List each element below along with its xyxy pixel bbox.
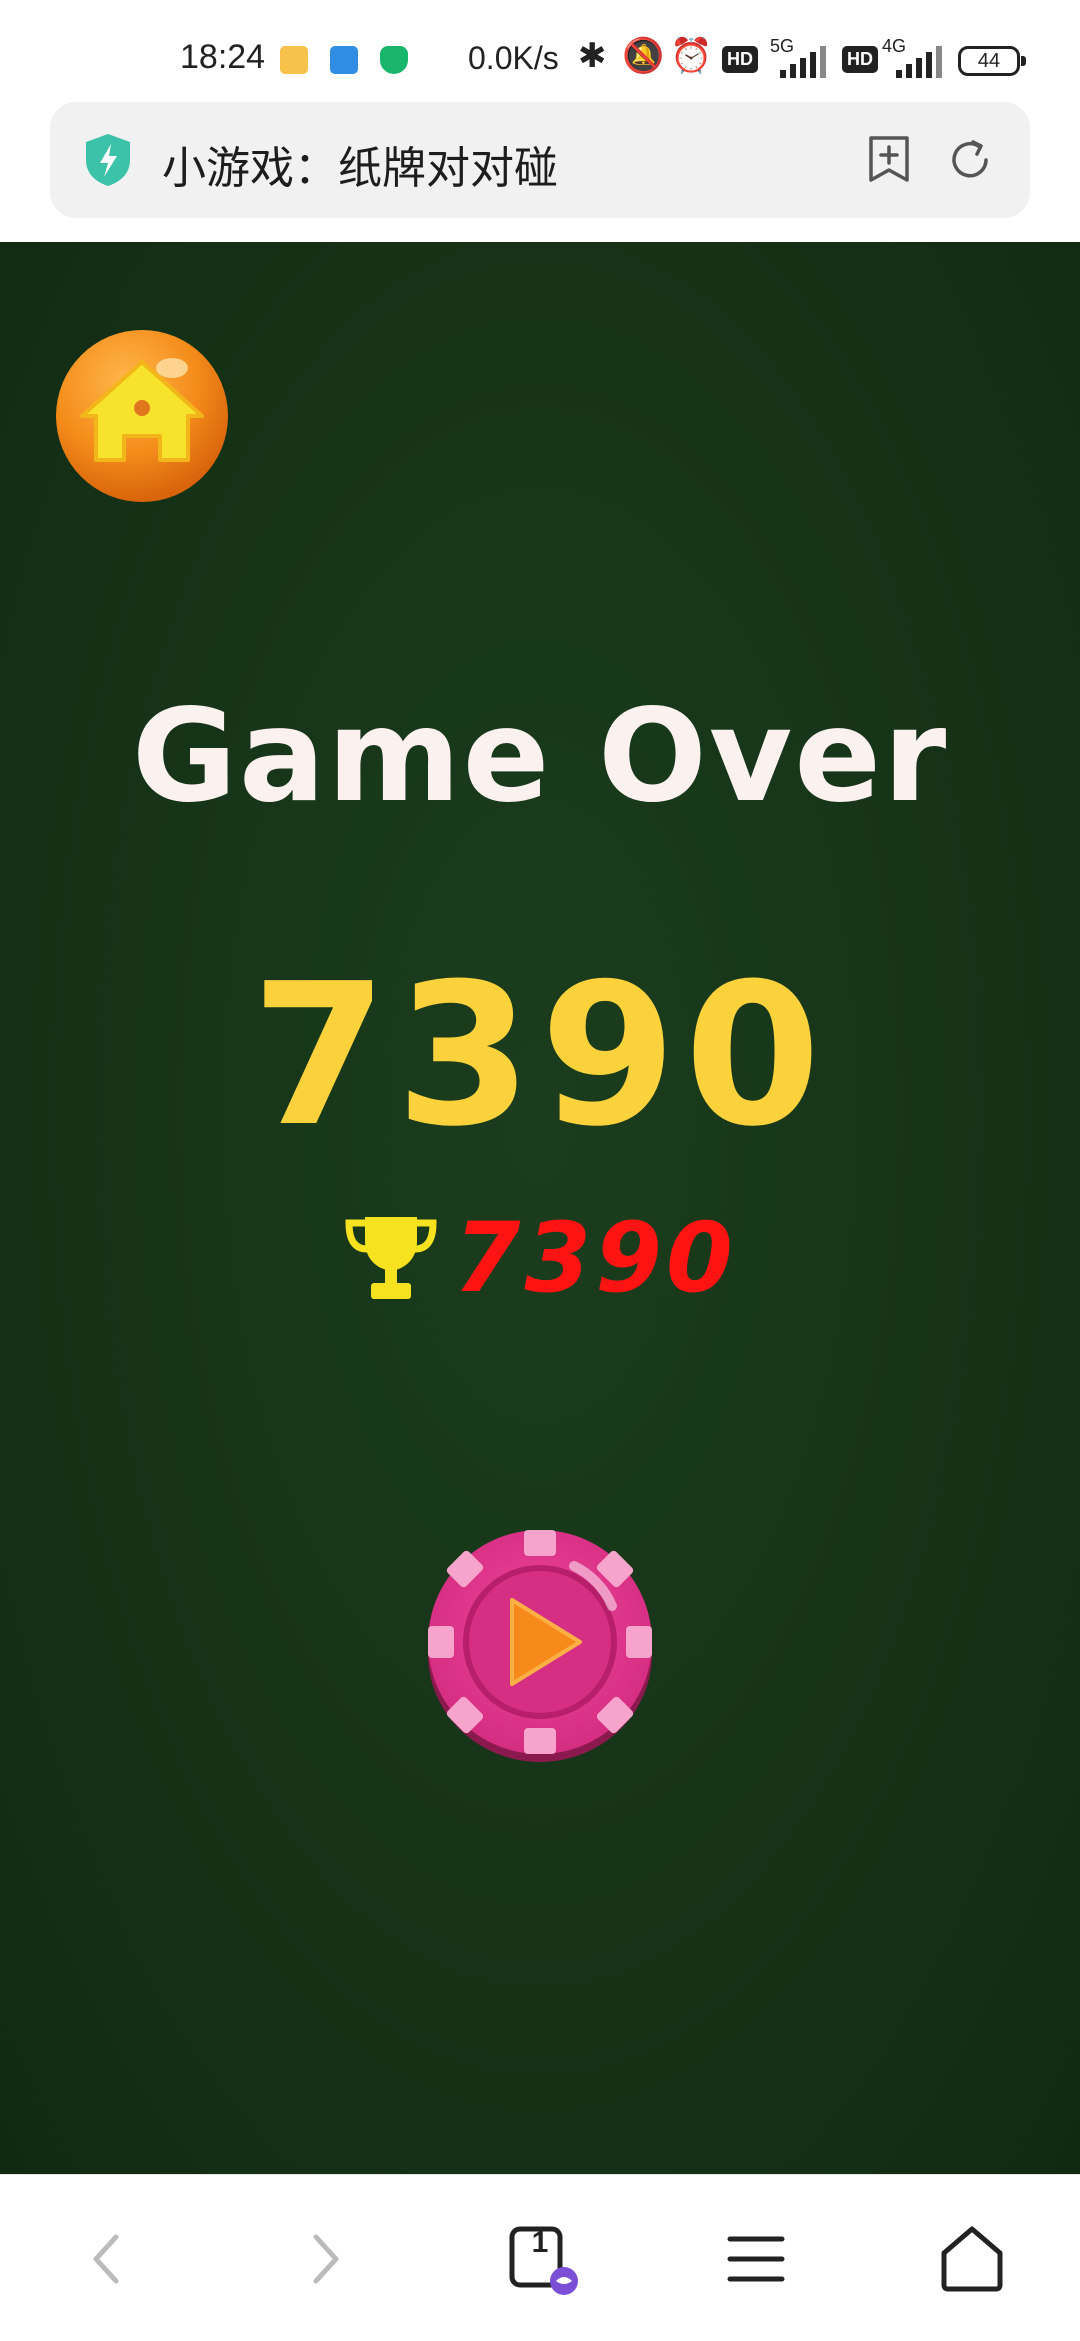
menu-icon — [727, 2236, 785, 2282]
network-speed: 0.0K/s — [468, 40, 559, 76]
hd-badge-2: HD — [842, 46, 878, 73]
secure-shield-icon — [86, 134, 130, 186]
page-title[interactable]: 小游戏：纸牌对对碰 — [162, 132, 558, 196]
forward-button[interactable] — [284, 2219, 364, 2299]
browser-home-icon — [941, 2226, 1003, 2292]
mute-bell-icon: 🔕 — [622, 37, 665, 75]
reload-icon[interactable] — [946, 136, 994, 184]
add-bookmark-icon[interactable] — [866, 134, 912, 184]
back-button[interactable] — [68, 2219, 148, 2299]
game-over-heading: Game Over — [131, 682, 949, 831]
battery-indicator: 44 — [958, 46, 1026, 76]
bluetooth-icon: ✱ — [578, 37, 607, 75]
upload-icon — [330, 46, 358, 74]
status-bar: 18:24 0.0K/s ✱ 🔕 ⏰ HD 5G HD 4G 44 — [0, 0, 1080, 100]
notes-icon — [280, 46, 308, 74]
signal-4g-icon — [896, 46, 942, 78]
home-button[interactable] — [54, 328, 230, 504]
address-bar[interactable]: 小游戏：纸牌对对碰 — [50, 102, 1030, 218]
signal-5g-icon — [780, 46, 826, 78]
best-score: 7390 — [453, 1202, 737, 1314]
game-canvas: Game Over 7390 7390 — [0, 242, 1080, 2174]
hd-badge-1: HD — [722, 46, 758, 73]
best-score-row: 7390 — [0, 1202, 1080, 1314]
chevron-right-icon — [313, 2234, 339, 2284]
final-score: 7390 — [251, 942, 829, 1170]
status-time: 18:24 — [180, 38, 266, 76]
play-again-button[interactable] — [424, 1526, 656, 1766]
chevron-left-icon — [93, 2234, 119, 2284]
security-shield-icon — [380, 46, 408, 74]
menu-button[interactable] — [716, 2219, 796, 2299]
alarm-icon: ⏰ — [670, 37, 713, 75]
tab-count: 1 — [531, 2226, 549, 2259]
trophy-icon — [345, 1217, 437, 1299]
home-nav-button[interactable] — [932, 2219, 1012, 2299]
